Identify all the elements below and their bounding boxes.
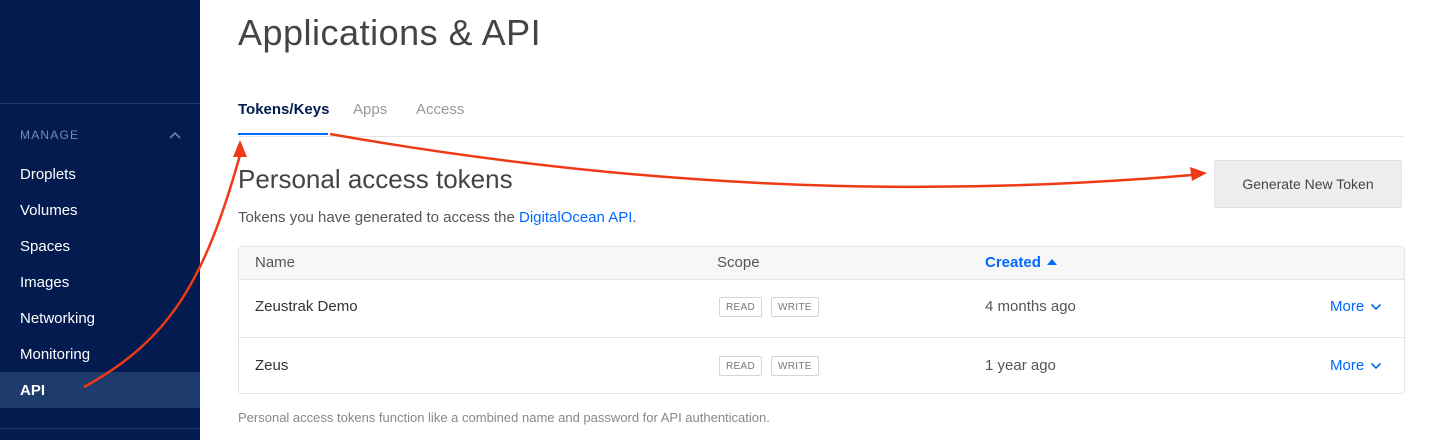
sidebar-item-networking[interactable]: Networking [0,300,200,336]
tab-access[interactable]: Access [416,101,464,118]
sidebar-item-label: Monitoring [20,345,91,363]
sidebar-item-droplets[interactable]: Droplets [0,156,200,192]
sidebar-item-label: Spaces [20,237,71,255]
sidebar-item-label: Droplets [20,165,76,183]
more-menu-button[interactable]: More [1330,357,1382,374]
sidebar-item-label: Volumes [20,201,78,219]
chevron-down-icon [1371,362,1382,369]
column-header-created[interactable]: Created [985,254,1057,271]
column-header-scope: Scope [717,254,760,271]
more-label: More [1330,357,1365,374]
arrowhead-right-icon [1190,167,1207,181]
sidebar-item-spaces[interactable]: Spaces [0,228,200,264]
token-name: Zeus [255,357,289,374]
digitalocean-api-link[interactable]: DigitalOcean API [519,209,632,226]
table-row: Zeus READ WRITE 1 year ago More [239,338,1404,396]
sidebar-item-label: Images [20,273,70,291]
generate-new-token-button[interactable]: Generate New Token [1214,160,1402,208]
footnote: Personal access tokens function like a c… [238,410,770,425]
sidebar-item-volumes[interactable]: Volumes [0,192,200,228]
section-title: Personal access tokens [238,164,513,194]
sort-ascending-icon [1046,259,1057,265]
chevron-up-icon [169,131,181,139]
column-header-name: Name [255,254,296,271]
more-label: More [1330,298,1365,315]
table-row: Zeustrak Demo READ WRITE 4 months ago Mo… [239,279,1404,338]
sidebar: MANAGE Droplets Volumes Spaces Images Ne… [0,0,200,440]
column-header-created-label: Created [985,254,1041,271]
sidebar-item-api[interactable]: API [0,372,200,408]
token-created: 1 year ago [985,357,1056,374]
arrowhead-up-icon [233,140,247,157]
scope-write-badge: WRITE [771,297,819,317]
token-name: Zeustrak Demo [255,298,358,315]
scope-read-badge: READ [719,356,762,376]
page-title: Applications & API [238,12,542,53]
manage-section-label: MANAGE [20,128,80,142]
sidebar-item-label: Networking [20,309,96,327]
sidebar-divider [0,103,200,104]
sidebar-item-images[interactable]: Images [0,264,200,300]
section-description: Tokens you have generated to access the … [238,209,637,226]
tab-apps[interactable]: Apps [353,101,387,118]
tab-tokens-keys[interactable]: Tokens/Keys [238,101,329,118]
tokens-table: Name Scope Created Zeustrak Demo READ WR… [238,246,1405,394]
sidebar-item-label: API [20,381,46,399]
sidebar-divider [0,428,200,429]
active-tab-indicator [238,133,328,135]
manage-section-toggle[interactable]: MANAGE [20,124,182,146]
tab-bar: Tokens/Keys Apps Access [238,90,1403,137]
sidebar-item-monitoring[interactable]: Monitoring [0,336,200,372]
description-text: Tokens you have generated to access the [238,209,520,226]
token-created: 4 months ago [985,298,1076,315]
more-menu-button[interactable]: More [1330,298,1382,315]
chevron-down-icon [1371,303,1382,310]
scope-read-badge: READ [719,297,762,317]
scope-write-badge: WRITE [771,356,819,376]
description-suffix: . [632,209,637,226]
table-header: Name Scope Created [239,247,1404,280]
